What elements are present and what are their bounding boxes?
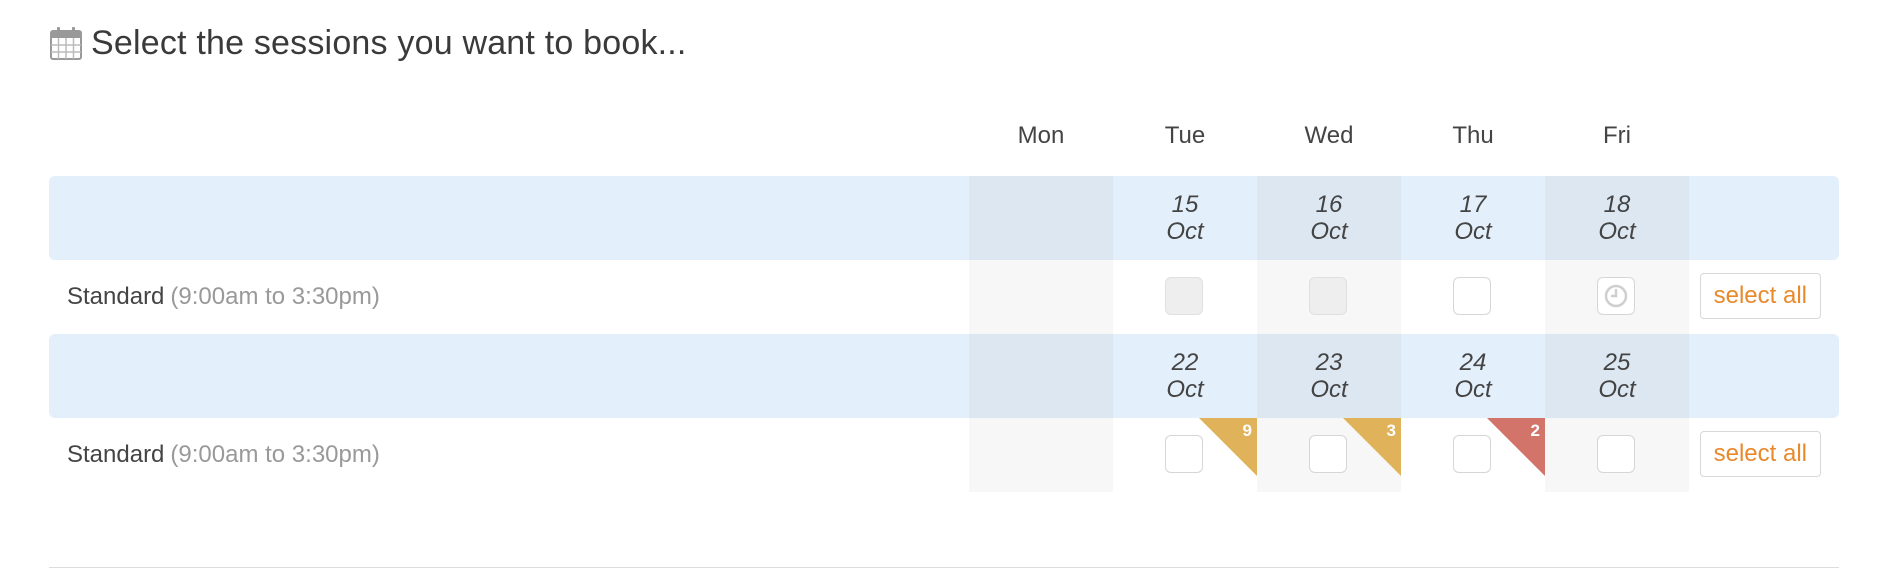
session-cell-mon — [969, 260, 1113, 334]
date-day: 23 — [1315, 349, 1343, 376]
session-checkbox-disabled — [1165, 277, 1203, 315]
availability-badge: 9 — [1199, 418, 1257, 476]
session-cell-wed: 3 — [1257, 418, 1401, 492]
page-heading: Select the sessions you want to book... — [49, 18, 687, 68]
week-date-band: 22 Oct 23 Oct 24 Oct 25 Oct — [49, 334, 1839, 418]
date-day: 22 — [1171, 349, 1199, 376]
week-date-band: 15 Oct 16 Oct 17 Oct 18 Oct — [49, 176, 1839, 260]
day-header-wed: Wed — [1304, 122, 1354, 149]
session-checkbox[interactable] — [1597, 435, 1635, 473]
date-cell-wed: 16 Oct — [1257, 176, 1401, 260]
day-header-row: Mon Tue Wed Thu Fri — [49, 110, 1839, 176]
session-cell-fri — [1545, 418, 1689, 492]
session-checkbox[interactable] — [1453, 435, 1491, 473]
availability-count: 3 — [1386, 421, 1396, 440]
session-grid: Mon Tue Wed Thu Fri 15 Oct 16 Oct 17 Oct… — [49, 110, 1839, 492]
date-cell-thu: 17 Oct — [1401, 176, 1545, 260]
session-cell-fri — [1545, 260, 1689, 334]
session-cell-thu: 2 — [1401, 418, 1545, 492]
clock-icon — [1604, 284, 1628, 308]
day-header-fri: Fri — [1603, 122, 1631, 149]
date-cell-tue: 22 Oct — [1113, 334, 1257, 418]
date-day: 15 — [1171, 191, 1199, 218]
session-label: Standard (9:00am to 3:30pm) — [67, 418, 380, 492]
session-checkbox[interactable] — [1165, 435, 1203, 473]
date-cell-tue: 15 Oct — [1113, 176, 1257, 260]
session-row: Standard (9:00am to 3:30pm) select all — [49, 260, 1839, 334]
session-checkbox[interactable] — [1309, 435, 1347, 473]
availability-badge: 3 — [1343, 418, 1401, 476]
date-cell-fri: 25 Oct — [1545, 334, 1689, 418]
date-month: Oct — [1454, 376, 1492, 403]
date-month: Oct — [1598, 376, 1636, 403]
session-checkbox[interactable] — [1453, 277, 1491, 315]
session-cell-tue — [1113, 260, 1257, 334]
session-checkbox-disabled — [1309, 277, 1347, 315]
date-cell-mon — [969, 176, 1113, 260]
session-label: Standard (9:00am to 3:30pm) — [67, 260, 380, 334]
date-day: 24 — [1459, 349, 1487, 376]
select-all-button[interactable]: select all — [1699, 273, 1821, 319]
date-month: Oct — [1166, 376, 1204, 403]
session-name: Standard — [67, 441, 165, 468]
date-day: 25 — [1603, 349, 1631, 376]
date-month: Oct — [1598, 218, 1636, 245]
session-cell-thu — [1401, 260, 1545, 334]
date-cell-mon — [969, 334, 1113, 418]
page-title: Select the sessions you want to book... — [91, 23, 687, 62]
session-checkbox-waitlist[interactable] — [1597, 277, 1635, 315]
session-time: (9:00am to 3:30pm) — [170, 441, 380, 468]
availability-count: 2 — [1530, 421, 1540, 440]
date-month: Oct — [1310, 218, 1348, 245]
session-cell-mon — [969, 418, 1113, 492]
date-month: Oct — [1166, 218, 1204, 245]
select-all-button[interactable]: select all — [1699, 431, 1821, 477]
date-cell-wed: 23 Oct — [1257, 334, 1401, 418]
session-time: (9:00am to 3:30pm) — [170, 283, 380, 310]
date-cell-fri: 18 Oct — [1545, 176, 1689, 260]
day-header-thu: Thu — [1452, 122, 1494, 149]
day-header-tue: Tue — [1164, 122, 1206, 149]
date-day: 16 — [1315, 191, 1343, 218]
day-header-mon: Mon — [1017, 122, 1065, 149]
date-cell-thu: 24 Oct — [1401, 334, 1545, 418]
availability-badge: 2 — [1487, 418, 1545, 476]
session-row: Standard (9:00am to 3:30pm) 9 3 2 select… — [49, 418, 1839, 492]
session-name: Standard — [67, 283, 165, 310]
date-day: 18 — [1603, 191, 1631, 218]
session-cell-wed — [1257, 260, 1401, 334]
availability-count: 9 — [1242, 421, 1252, 440]
calendar-icon — [50, 27, 82, 60]
date-day: 17 — [1459, 191, 1487, 218]
session-cell-tue: 9 — [1113, 418, 1257, 492]
date-month: Oct — [1454, 218, 1492, 245]
date-month: Oct — [1310, 376, 1348, 403]
divider — [49, 567, 1839, 568]
